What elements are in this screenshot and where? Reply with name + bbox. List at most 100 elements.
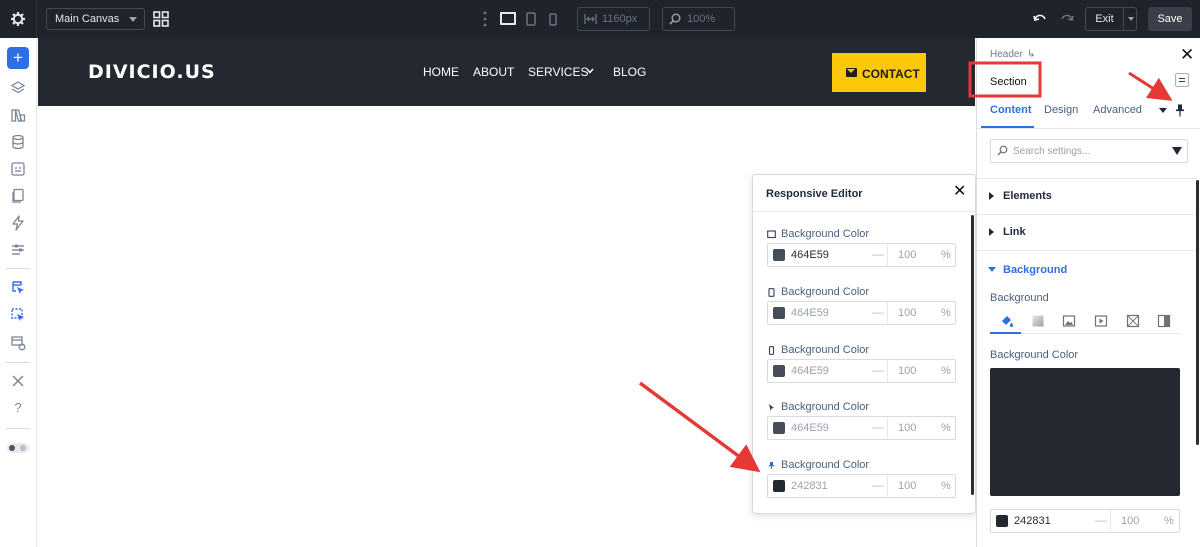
services-chevron-down-icon[interactable]	[586, 68, 594, 74]
image-icon[interactable]	[1062, 314, 1076, 328]
mode-toggle[interactable]	[7, 443, 29, 453]
mask-icon[interactable]	[1157, 314, 1171, 328]
nav-item-about[interactable]: ABOUT	[473, 65, 514, 79]
responsive-editor-popup: Responsive Editor ✕ Background Color 464…	[752, 174, 976, 514]
collapse-arrow-icon	[988, 267, 996, 272]
layers-icon[interactable]	[10, 80, 26, 96]
module-settings-icon[interactable]	[1175, 73, 1189, 87]
panel-close-icon[interactable]: ✕	[1180, 46, 1194, 63]
filter-icon[interactable]	[1172, 147, 1182, 155]
canvas-width-field[interactable]: 1160px	[577, 7, 650, 31]
tools-icon[interactable]	[10, 373, 26, 389]
hover-color-swatch[interactable]	[773, 422, 785, 434]
group-link-label: Link	[1003, 226, 1026, 238]
section-divider	[977, 250, 1197, 251]
desktop-hex-value[interactable]: 464E59	[791, 249, 829, 261]
nav-item-services[interactable]: SERVICES	[528, 65, 588, 79]
database-icon[interactable]	[10, 134, 26, 150]
phone-color-field[interactable]: 464E59 — 100 %	[767, 359, 956, 383]
popup-close-icon[interactable]: ✕	[953, 184, 966, 200]
phone-opacity-input[interactable]: 100	[898, 365, 916, 377]
tablet-color-swatch[interactable]	[773, 307, 785, 319]
settings-gear-icon[interactable]	[0, 0, 37, 38]
gradient-icon[interactable]	[1031, 314, 1045, 328]
library-icon[interactable]	[10, 107, 26, 123]
site-header-section[interactable]: DIVICIO.US HOME ABOUT SERVICES BLOG CONT…	[38, 38, 975, 106]
hover-cursor-icon	[769, 404, 774, 411]
settings-search-field[interactable]: Search settings...	[990, 139, 1188, 163]
hover-dash: —	[872, 420, 884, 434]
desktop-opacity-input[interactable]: 100	[898, 249, 916, 261]
add-element-button[interactable]: +	[7, 47, 29, 69]
multi-select-icon[interactable]	[10, 307, 26, 323]
sticky-color-swatch[interactable]	[773, 480, 785, 492]
phone-color-swatch[interactable]	[773, 365, 785, 377]
envelope-icon	[846, 68, 857, 77]
sticky-dash: —	[872, 478, 884, 492]
tabs-dropdown-icon[interactable]	[1159, 108, 1167, 113]
site-logo[interactable]: DIVICIO.US	[88, 61, 216, 83]
tablet-opacity-input[interactable]: 100	[898, 307, 916, 319]
sticky-hex-placeholder[interactable]: 242831	[791, 480, 828, 492]
breadcrumb-parent[interactable]: Header	[990, 49, 1023, 60]
tab-advanced[interactable]: Advanced	[1093, 104, 1142, 116]
tab-content[interactable]: Content	[990, 104, 1032, 116]
settings-sliders-icon[interactable]	[10, 242, 26, 258]
tablet-field-divider	[887, 302, 888, 324]
desktop-color-field[interactable]: 464E59 — 100 %	[767, 243, 956, 267]
nav-item-home[interactable]: HOME	[423, 65, 459, 79]
canvas-select[interactable]: Main Canvas	[46, 8, 145, 30]
panel-scrollbar[interactable]	[1196, 180, 1199, 445]
forms-icon[interactable]	[10, 161, 26, 177]
tablet-color-field[interactable]: 464E59 — 100 %	[767, 301, 956, 325]
phone-hex-placeholder[interactable]: 464E59	[791, 365, 829, 377]
desktop-dash: —	[872, 247, 884, 261]
nav-item-blog[interactable]: BLOG	[613, 65, 646, 79]
popup-scrollbar[interactable]	[971, 215, 974, 495]
desktop-view-icon[interactable]	[499, 10, 517, 28]
background-color-field[interactable]: 242831 — 100 %	[990, 509, 1180, 533]
help-icon[interactable]: ?	[10, 400, 26, 416]
exit-button[interactable]: Exit	[1085, 7, 1137, 31]
module-title[interactable]: Section	[990, 76, 1027, 88]
paint-bucket-icon[interactable]	[1000, 314, 1014, 328]
desktop-device-icon	[767, 230, 776, 239]
undo-icon[interactable]	[1033, 12, 1047, 24]
bg-color-swatch[interactable]	[996, 515, 1008, 527]
background-color-preview[interactable]	[990, 368, 1180, 496]
hover-hex-placeholder[interactable]: 464E59	[791, 422, 829, 434]
pattern-icon[interactable]	[1126, 314, 1140, 328]
expand-arrow-icon	[989, 228, 994, 236]
zoom-search-icon	[669, 13, 681, 25]
desktop-color-swatch[interactable]	[773, 249, 785, 261]
contact-button[interactable]: CONTACT	[832, 53, 926, 92]
bg-dash: —	[1095, 513, 1107, 527]
more-vertical-icon[interactable]	[483, 11, 487, 27]
save-button[interactable]: Save	[1148, 7, 1192, 31]
sidebar-divider-2	[6, 362, 30, 363]
exit-chevron-down-icon[interactable]	[1128, 17, 1134, 21]
hover-opacity-input[interactable]: 100	[898, 422, 916, 434]
select-element-icon[interactable]	[10, 280, 26, 296]
sticky-opacity-input[interactable]: 100	[898, 480, 916, 492]
tab-design[interactable]: Design	[1044, 104, 1078, 116]
grid-layout-icon[interactable]	[153, 11, 169, 27]
sticky-color-field[interactable]: 242831 — 100 %	[767, 474, 956, 498]
tabs-divider	[977, 128, 1200, 129]
pages-icon[interactable]	[10, 188, 26, 204]
pin-icon[interactable]	[1175, 104, 1185, 117]
lightning-icon[interactable]	[10, 215, 26, 231]
responsive-preview-icon[interactable]	[10, 335, 26, 351]
video-icon[interactable]	[1094, 314, 1108, 328]
phone-view-icon[interactable]	[544, 10, 562, 28]
tablet-view-icon[interactable]	[522, 10, 540, 28]
desktop-field-divider	[887, 244, 888, 266]
sidebar-divider	[6, 268, 30, 269]
redo-icon[interactable]	[1060, 12, 1074, 24]
exit-divider	[1123, 8, 1124, 30]
bg-opacity-input[interactable]: 100	[1121, 515, 1139, 527]
zoom-field[interactable]: 100%	[662, 7, 735, 31]
hover-color-field[interactable]: 464E59 — 100 %	[767, 416, 956, 440]
bg-hex-value[interactable]: 242831	[1014, 515, 1051, 527]
tablet-hex-placeholder[interactable]: 464E59	[791, 307, 829, 319]
